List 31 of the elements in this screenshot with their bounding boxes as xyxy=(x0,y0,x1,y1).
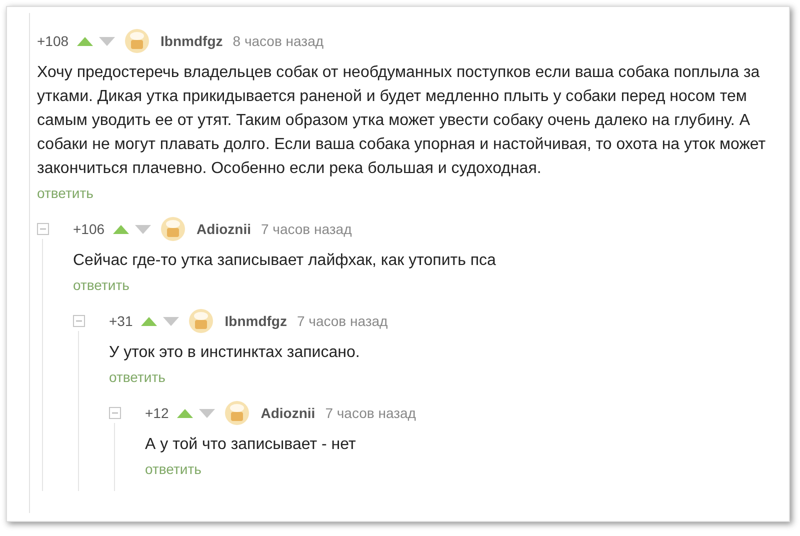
avatar-icon xyxy=(124,29,149,53)
comment-text: Сейчас где-то утка записывает лайфхак, как утопить пса xyxy=(73,251,497,271)
avatar-icon xyxy=(224,401,249,425)
username-link[interactable]: Adioznii xyxy=(260,405,316,421)
avatar-icon xyxy=(188,309,213,333)
upvote-icon[interactable] xyxy=(76,36,93,46)
avatar-icon xyxy=(160,217,185,241)
comment-text: У уток это в инстинктах записано. xyxy=(109,343,361,363)
downvote-icon[interactable] xyxy=(98,36,115,46)
upvote-icon[interactable] xyxy=(112,224,129,234)
comment-text: А у той что записывает - нет xyxy=(145,435,357,455)
username-link[interactable]: Ibnmdfgz xyxy=(160,33,223,49)
rating-count: +106 xyxy=(73,221,105,237)
upvote-icon[interactable] xyxy=(140,316,157,326)
downvote-icon[interactable] xyxy=(198,408,215,418)
comment-time: 7 часов назад xyxy=(325,405,416,421)
comment-time: 7 часов назад xyxy=(260,221,352,237)
rating-count: +31 xyxy=(109,313,133,329)
rating-count: +12 xyxy=(145,405,169,421)
comment-time: 7 часов назад xyxy=(296,313,388,329)
collapse-button[interactable] xyxy=(109,407,121,419)
comment-time: 8 часов назад xyxy=(232,33,324,49)
username-link[interactable]: Ibnmdfgz xyxy=(224,313,287,329)
downvote-icon[interactable] xyxy=(134,224,151,234)
comment-text: Хочу предостеречь владельцев собак от необдуманных поступков если ваша собака поплыла за утками. Дикая утка прикидывается раненой и будет медленно плыть у собаки перед носом тем самым уводить ее от утят. Таким образом утка может увести собаку очень далеко на глубину. А собаки не могут плавать долго. Если ваша собака упорная и настойчивая, то охота на уток может закончиться плачевно. Особенно если река большая и судоходная. xyxy=(37,63,767,179)
upvote-icon[interactable] xyxy=(176,408,193,418)
rating-count: +108 xyxy=(37,33,69,49)
username-link[interactable]: Adioznii xyxy=(196,221,251,237)
collapse-button[interactable] xyxy=(37,223,49,235)
downvote-icon[interactable] xyxy=(162,316,179,326)
collapse-button[interactable] xyxy=(73,315,85,327)
